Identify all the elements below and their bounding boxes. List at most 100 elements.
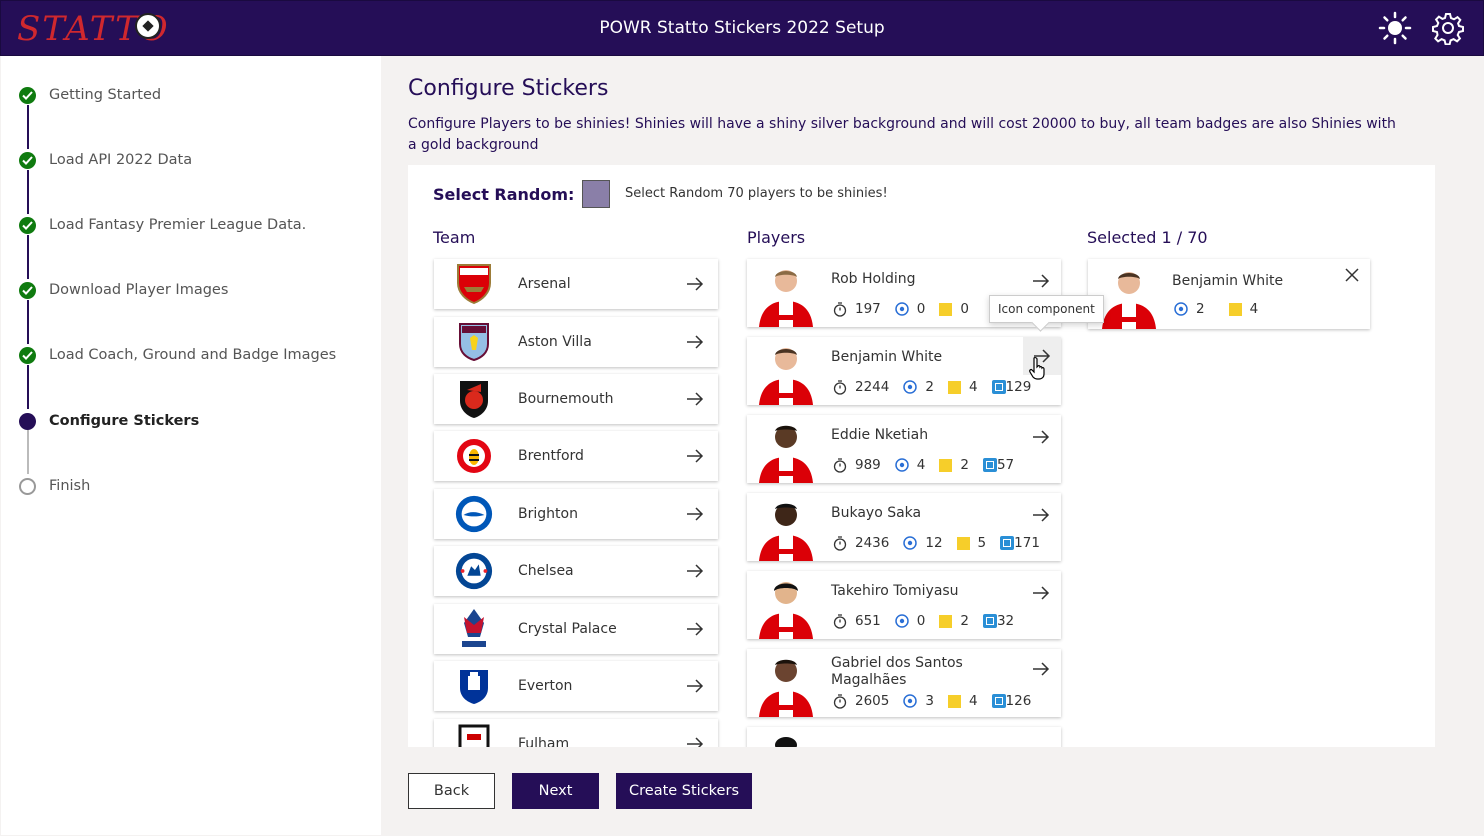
arrow-right-icon[interactable] (686, 275, 704, 293)
points-icon (982, 458, 997, 472)
next-button[interactable]: Next (512, 773, 599, 809)
cards-value: 4 (968, 379, 978, 395)
arrow-right-icon[interactable] (1031, 271, 1051, 291)
everton-badge-icon (454, 666, 494, 706)
arrow-right-icon[interactable] (686, 620, 704, 638)
step-download-images[interactable]: Download Player Images (19, 279, 228, 301)
player-stats: 2436 12 5 171 (833, 535, 1054, 551)
team-name: Aston Villa (518, 334, 592, 350)
team-column-header: Team (433, 228, 476, 247)
arrow-right-icon[interactable] (686, 677, 704, 695)
points-value: 126 (1005, 693, 1032, 709)
goals-stat: 3 (903, 693, 934, 709)
points-value: 57 (996, 457, 1015, 473)
player-stats: 989 4 2 57 (833, 457, 1028, 473)
player-stats: 2605 3 4 126 (833, 693, 1045, 709)
stopwatch-icon (833, 535, 847, 551)
configure-panel: Select Random: Select Random 70 players … (408, 165, 1435, 747)
select-random-checkbox[interactable] (582, 180, 610, 208)
points-value: 129 (1005, 379, 1032, 395)
team-item-bournemouth[interactable]: Bournemouth (434, 374, 718, 424)
points-stat: 57 (982, 457, 1015, 473)
gear-icon[interactable] (1431, 11, 1465, 46)
player-item[interactable]: Bukayo Saka 2436 12 5 171 (747, 493, 1061, 561)
page-title: Configure Stickers (408, 76, 609, 101)
step-connector (27, 365, 29, 409)
crystal-palace-badge-icon (454, 609, 494, 649)
team-item-crystal-palace[interactable]: Crystal Palace (434, 604, 718, 654)
bournemouth-badge-icon (454, 379, 494, 419)
minutes-value: 197 (855, 301, 881, 317)
yellow-card-icon (939, 302, 953, 316)
team-name: Bournemouth (518, 391, 614, 407)
minutes-stat: 651 (833, 613, 881, 629)
player-name: Benjamin White (1172, 273, 1284, 289)
team-item-aston-villa[interactable]: Aston Villa (434, 317, 718, 367)
player-photo (757, 497, 815, 561)
step-label: Load API 2022 Data (49, 152, 193, 168)
team-item-everton[interactable]: Everton (434, 661, 718, 711)
team-item-chelsea[interactable]: Chelsea (434, 546, 718, 596)
player-item[interactable]: Takehiro Tomiyasu 651 0 2 32 (747, 571, 1061, 639)
cards-stat: 5 (956, 535, 986, 551)
brighton-badge-icon (454, 494, 494, 534)
minutes-value: 651 (855, 613, 881, 629)
step-connector (27, 300, 29, 344)
yellow-card-icon (947, 694, 961, 708)
pending-step-icon (19, 477, 36, 495)
football-icon (1174, 302, 1188, 316)
app-title: POWR Statto Stickers 2022 Setup (599, 18, 885, 38)
arrow-right-icon[interactable] (686, 505, 704, 523)
arrow-right-icon[interactable] (1031, 583, 1051, 603)
yellow-card-icon (956, 536, 970, 550)
goals-value: 3 (925, 693, 934, 709)
step-connector (27, 170, 29, 214)
arrow-right-icon[interactable] (686, 562, 704, 580)
step-load-coach-images[interactable]: Load Coach, Ground and Badge Images (19, 344, 336, 366)
yellow-card-icon (1228, 302, 1242, 316)
arrow-right-icon[interactable] (1031, 427, 1051, 447)
selected-player-item[interactable]: Benjamin White 2 4 (1088, 259, 1370, 329)
team-item-arsenal[interactable]: Arsenal (434, 259, 718, 309)
arrow-right-icon[interactable] (686, 390, 704, 408)
fulham-badge-icon (454, 724, 494, 747)
player-item[interactable]: Eddie Nketiah 989 4 2 57 (747, 415, 1061, 483)
close-icon[interactable] (1344, 267, 1360, 283)
arrow-right-icon[interactable] (686, 735, 704, 747)
points-stat: 171 (1000, 535, 1040, 551)
stopwatch-icon (833, 379, 847, 395)
step-load-fpl-data[interactable]: Load Fantasy Premier League Data. (19, 214, 306, 236)
goals-stat: 0 (895, 301, 925, 317)
player-stats: 2 4 (1174, 301, 1272, 317)
points-stat: 129 (991, 379, 1032, 395)
step-label: Load Coach, Ground and Badge Images (49, 347, 337, 363)
current-step-icon (19, 412, 36, 430)
goals-value: 12 (925, 535, 943, 551)
player-stats: 197 0 0 (833, 301, 983, 317)
points-stat: 126 (991, 693, 1032, 709)
step-load-api-data[interactable]: Load API 2022 Data (19, 149, 192, 171)
player-item[interactable]: Gabriel dos Santos Magalhães 2605 3 4 12… (747, 649, 1061, 717)
arrow-right-icon[interactable] (686, 333, 704, 351)
back-button[interactable]: Back (408, 773, 495, 809)
arrow-right-icon[interactable] (686, 447, 704, 465)
sun-icon[interactable] (1378, 11, 1412, 45)
player-photo (757, 653, 815, 717)
arrow-right-icon[interactable] (1031, 505, 1051, 525)
arrow-right-icon[interactable] (1031, 659, 1051, 679)
cards-value: 4 (1249, 301, 1259, 317)
team-item-fulham[interactable]: Fulham (434, 719, 718, 747)
create-stickers-button[interactable]: Create Stickers (616, 773, 752, 809)
check-icon (19, 151, 36, 169)
player-item[interactable]: Benjamin White 2244 2 4 129 (747, 337, 1061, 405)
player-stats: 651 0 2 32 (833, 613, 1028, 629)
team-item-brentford[interactable]: Brentford (434, 431, 718, 481)
step-configure-stickers[interactable]: Configure Stickers (19, 410, 199, 432)
player-name: Gabriel dos Santos Magalhães (831, 655, 963, 688)
step-getting-started[interactable]: Getting Started (19, 84, 161, 106)
team-item-brighton[interactable]: Brighton (434, 489, 718, 539)
team-name: Fulham (518, 736, 570, 747)
step-finish[interactable]: Finish (19, 475, 90, 497)
player-item[interactable] (747, 727, 1061, 747)
cards-stat: 2 (939, 457, 969, 473)
